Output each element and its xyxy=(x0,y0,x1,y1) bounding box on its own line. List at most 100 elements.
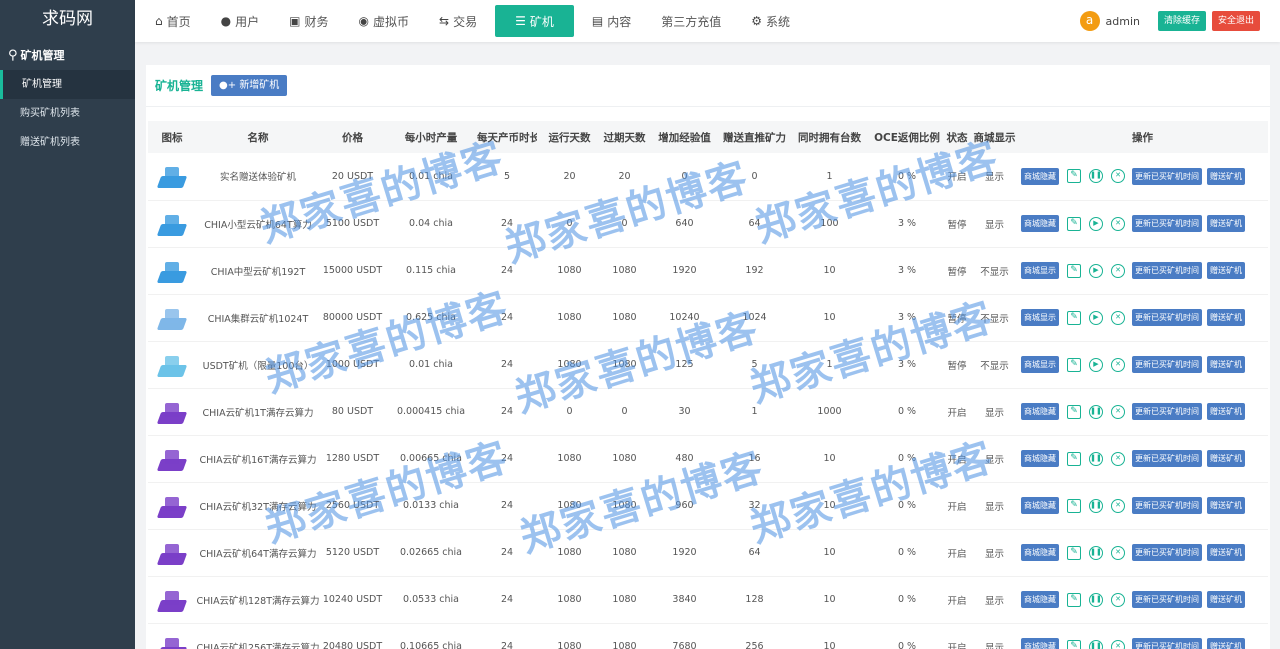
update-purchased-time-button[interactable]: 更新已买矿机时间 xyxy=(1132,215,1202,232)
edit-icon[interactable]: ✎ xyxy=(1067,545,1081,560)
update-purchased-time-button[interactable]: 更新已买矿机时间 xyxy=(1132,497,1202,514)
mall-toggle-button[interactable]: 商城隐藏 xyxy=(1021,403,1059,420)
mall-toggle-button[interactable]: 商城显示 xyxy=(1021,262,1059,279)
nav-third-party-recharge[interactable]: 第三方充值 xyxy=(649,5,733,37)
play-icon[interactable]: ▶ xyxy=(1089,310,1103,325)
pause-icon[interactable]: ❚❚ xyxy=(1089,169,1103,184)
delete-icon[interactable]: ✕ xyxy=(1111,639,1125,649)
actions-cell: 商城隐藏 ✎ ❚❚ ✕ 更新已买矿机时间 赠送矿机 xyxy=(1017,388,1268,435)
edit-icon[interactable]: ✎ xyxy=(1067,263,1081,278)
mall-toggle-button[interactable]: 商城隐藏 xyxy=(1021,215,1059,232)
delete-icon[interactable]: ✕ xyxy=(1111,169,1125,184)
content-icon: ▤ xyxy=(591,14,604,28)
mall-toggle-button[interactable]: 商城隐藏 xyxy=(1021,638,1059,649)
cell-expire-days: 1080 xyxy=(612,453,637,464)
nav-label: 交易 xyxy=(453,14,478,29)
pause-icon[interactable]: ❚❚ xyxy=(1089,545,1103,560)
update-purchased-time-button[interactable]: 更新已买矿机时间 xyxy=(1132,309,1202,326)
gift-miner-button[interactable]: 赠送矿机 xyxy=(1207,262,1245,279)
mall-toggle-button[interactable]: 商城隐藏 xyxy=(1021,167,1059,185)
delete-icon[interactable]: ✕ xyxy=(1111,498,1125,513)
delete-icon[interactable]: ✕ xyxy=(1111,216,1125,231)
cell-status: 开启 xyxy=(947,454,967,466)
edit-icon[interactable]: ✎ xyxy=(1067,357,1081,372)
nav-exchange[interactable]: ⇆ 交易 xyxy=(427,5,489,37)
pause-icon[interactable]: ❚❚ xyxy=(1089,451,1103,466)
add-miner-button[interactable]: ●+ 新增矿机 xyxy=(211,75,288,96)
pause-icon[interactable]: ❚❚ xyxy=(1089,639,1103,649)
update-purchased-time-button[interactable]: 更新已买矿机时间 xyxy=(1132,638,1202,649)
delete-icon[interactable]: ✕ xyxy=(1111,404,1125,419)
mall-toggle-button[interactable]: 商城隐藏 xyxy=(1021,591,1059,608)
update-purchased-time-button[interactable]: 更新已买矿机时间 xyxy=(1132,403,1202,420)
clear-cache-button[interactable]: 清除缓存 xyxy=(1157,11,1206,31)
mall-toggle-button[interactable]: 商城显示 xyxy=(1021,356,1059,373)
delete-icon[interactable]: ✕ xyxy=(1111,357,1125,372)
gift-miner-button[interactable]: 赠送矿机 xyxy=(1207,309,1245,326)
edit-icon[interactable]: ✎ xyxy=(1067,592,1081,607)
gift-miner-button[interactable]: 赠送矿机 xyxy=(1207,167,1245,185)
delete-icon[interactable]: ✕ xyxy=(1111,592,1125,607)
nav-home[interactable]: ⌂ 首页 xyxy=(143,5,203,37)
gift-miner-button[interactable]: 赠送矿机 xyxy=(1207,356,1245,373)
update-purchased-time-button[interactable]: 更新已买矿机时间 xyxy=(1132,450,1202,467)
cell-mall: 不显示 xyxy=(980,313,1009,325)
gift-miner-button[interactable]: 赠送矿机 xyxy=(1207,215,1245,232)
username[interactable]: admin xyxy=(1106,15,1140,28)
nav-miner[interactable]: ☰ 矿机 xyxy=(495,5,574,37)
edit-icon[interactable]: ✎ xyxy=(1067,639,1081,649)
mall-toggle-button[interactable]: 商城隐藏 xyxy=(1021,544,1059,561)
cell-price: 10240 USDT xyxy=(322,594,383,605)
pause-icon[interactable]: ❚❚ xyxy=(1089,404,1103,419)
actions-cell: 商城隐藏 ✎ ❚❚ ✕ 更新已买矿机时间 赠送矿机 xyxy=(1017,482,1268,529)
edit-icon[interactable]: ✎ xyxy=(1067,310,1081,325)
play-icon[interactable]: ▶ xyxy=(1089,357,1103,372)
update-purchased-time-button[interactable]: 更新已买矿机时间 xyxy=(1132,167,1202,185)
gift-miner-button[interactable]: 赠送矿机 xyxy=(1207,450,1245,467)
brand-logo[interactable]: 求码网 xyxy=(0,0,135,40)
nav-user[interactable]: ● 用户 xyxy=(209,5,272,37)
delete-icon[interactable]: ✕ xyxy=(1111,545,1125,560)
gift-miner-button[interactable]: 赠送矿机 xyxy=(1207,638,1245,649)
gift-miner-button[interactable]: 赠送矿机 xyxy=(1207,544,1245,561)
logout-button[interactable]: 安全退出 xyxy=(1211,11,1260,31)
avatar[interactable]: a xyxy=(1079,11,1100,31)
pause-icon[interactable]: ❚❚ xyxy=(1089,498,1103,513)
edit-icon[interactable]: ✎ xyxy=(1067,451,1081,466)
edit-icon[interactable]: ✎ xyxy=(1067,169,1081,184)
pause-icon[interactable]: ❚❚ xyxy=(1089,592,1103,607)
nav-content[interactable]: ▤ 内容 xyxy=(580,5,643,37)
gift-miner-button[interactable]: 赠送矿机 xyxy=(1207,591,1245,608)
sidebar: 求码网 ⚲ 矿机管理 矿机管理 购买矿机列表 赠送矿机列表 xyxy=(0,0,135,649)
delete-icon[interactable]: ✕ xyxy=(1111,310,1125,325)
edit-icon[interactable]: ✎ xyxy=(1067,216,1081,231)
nav-finance[interactable]: ▣ 财务 xyxy=(277,5,340,37)
sidebar-section-header[interactable]: ⚲ 矿机管理 xyxy=(0,40,135,70)
cell-hourly: 0.02665 chia xyxy=(399,547,462,558)
mall-toggle-button[interactable]: 商城隐藏 xyxy=(1021,450,1059,467)
mall-toggle-button[interactable]: 商城隐藏 xyxy=(1021,497,1059,514)
edit-icon[interactable]: ✎ xyxy=(1067,498,1081,513)
update-purchased-time-button[interactable]: 更新已买矿机时间 xyxy=(1132,544,1202,561)
nav-coin[interactable]: ◉ 虚拟币 xyxy=(347,5,422,37)
sidebar-item-miner-manage[interactable]: 矿机管理 xyxy=(0,70,135,99)
sidebar-item-purchased-miners[interactable]: 购买矿机列表 xyxy=(0,99,135,128)
delete-icon[interactable]: ✕ xyxy=(1111,263,1125,278)
edit-icon[interactable]: ✎ xyxy=(1067,404,1081,419)
gift-miner-button[interactable]: 赠送矿机 xyxy=(1207,403,1245,420)
nav-system[interactable]: ⚙ 系统 xyxy=(739,5,802,37)
sidebar-item-gifted-miners[interactable]: 赠送矿机列表 xyxy=(0,128,135,157)
play-icon[interactable]: ▶ xyxy=(1089,263,1103,278)
cell-hours: 24 xyxy=(500,406,514,417)
update-purchased-time-button[interactable]: 更新已买矿机时间 xyxy=(1132,356,1202,373)
gift-miner-button[interactable]: 赠送矿机 xyxy=(1207,497,1245,514)
cell-hourly: 0.04 chia xyxy=(409,218,453,229)
cell-run-days: 0 xyxy=(566,406,573,417)
play-icon[interactable]: ▶ xyxy=(1089,216,1103,231)
actions-cell: 商城隐藏 ✎ ❚❚ ✕ 更新已买矿机时间 赠送矿机 xyxy=(1017,623,1268,649)
update-purchased-time-button[interactable]: 更新已买矿机时间 xyxy=(1132,262,1202,279)
update-purchased-time-button[interactable]: 更新已买矿机时间 xyxy=(1132,591,1202,608)
mall-toggle-button[interactable]: 商城显示 xyxy=(1021,309,1059,326)
delete-icon[interactable]: ✕ xyxy=(1111,451,1125,466)
cell-mall: 显示 xyxy=(984,642,1004,649)
